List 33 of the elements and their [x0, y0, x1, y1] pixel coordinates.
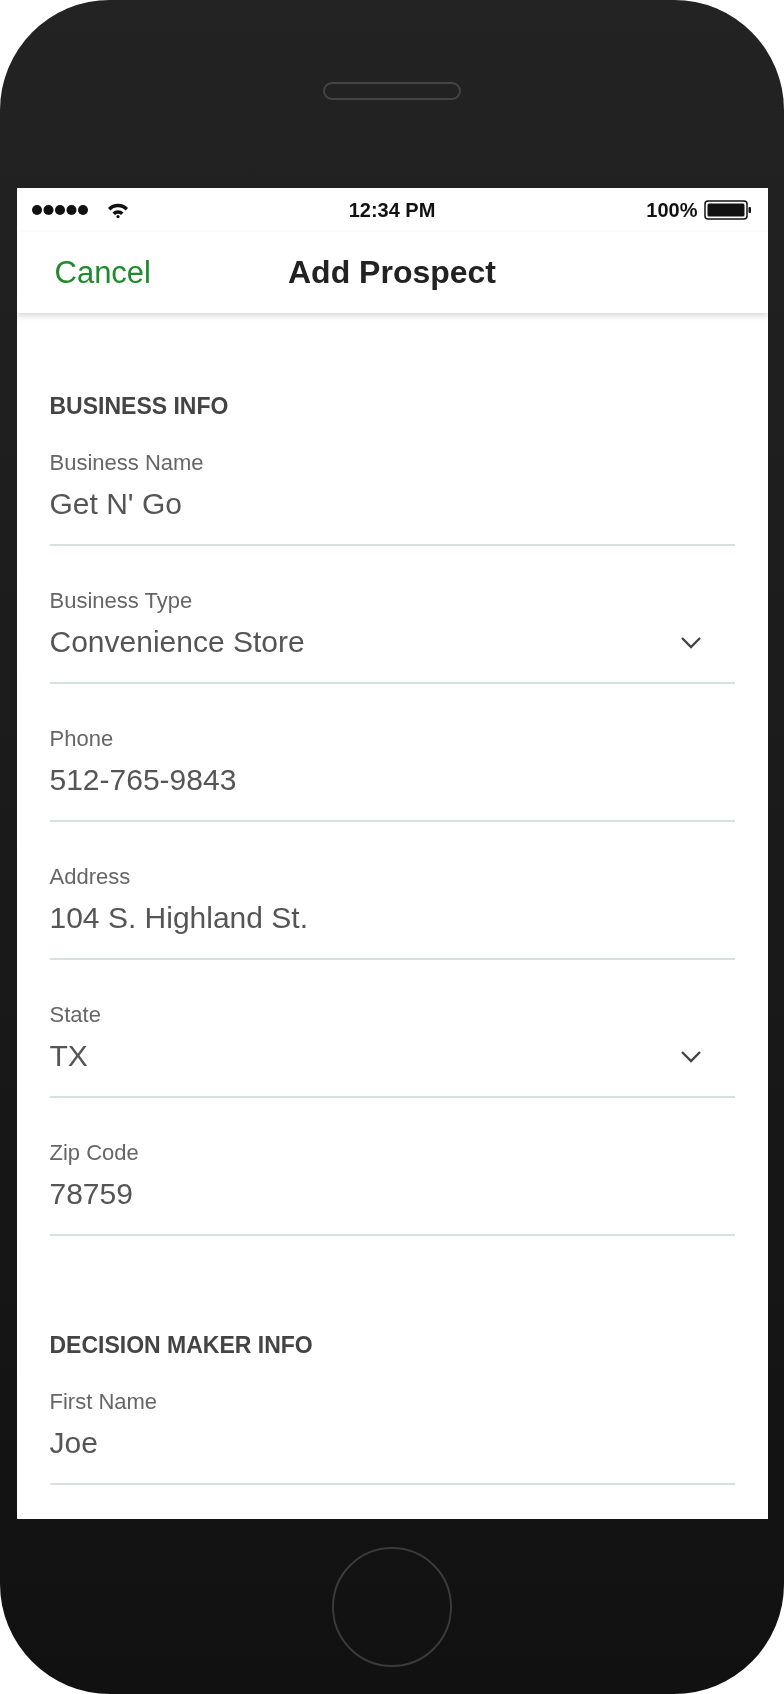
input-field[interactable]: Phone 512-765-9843: [49, 714, 735, 822]
signal-icon: [30, 204, 89, 216]
section-heading: BUSINESS INFO: [49, 393, 230, 419]
input-field[interactable]: Business Name Get N' Go: [49, 438, 735, 546]
input-field[interactable]: First Name Joe: [49, 1377, 735, 1485]
field-label: First Name: [49, 1389, 159, 1415]
cancel-button[interactable]: Cancel: [54, 254, 151, 291]
wifi-icon: [106, 202, 129, 218]
home-button[interactable]: [332, 1546, 452, 1667]
field-label: Zip Code: [49, 1140, 140, 1166]
input-field[interactable]: Address 104 S. Highland St.: [49, 852, 735, 960]
input-field[interactable]: Zip Code 78759: [49, 1128, 735, 1236]
battery-icon: [703, 200, 752, 220]
field-value: 512-765-9843: [49, 762, 238, 798]
field-value: 78759: [49, 1176, 134, 1212]
section-heading: DECISION MAKER INFO: [49, 1332, 314, 1358]
field-value: 104 S. Highland St.: [49, 900, 309, 936]
dropdown-field[interactable]: Business Type Convenience Store: [49, 576, 735, 684]
chevron-down-icon: [679, 636, 702, 650]
field-value: Convenience Store: [49, 624, 306, 660]
field-label: State: [49, 1002, 102, 1028]
screen-title: Add Prospect: [288, 254, 496, 291]
field-label: Phone: [49, 726, 115, 752]
field-label: Address: [49, 864, 132, 890]
status-time: 12:34 PM: [348, 198, 436, 222]
chevron-down-icon: [679, 1050, 702, 1064]
field-value: TX: [49, 1038, 89, 1074]
field-label: Business Name: [49, 450, 205, 476]
dropdown-field[interactable]: State TX: [49, 990, 735, 1098]
field-label: Business Type: [49, 588, 194, 614]
field-value: Joe: [49, 1425, 99, 1461]
field-value: Get N' Go: [49, 486, 183, 522]
battery-percent: 100%: [646, 198, 698, 222]
